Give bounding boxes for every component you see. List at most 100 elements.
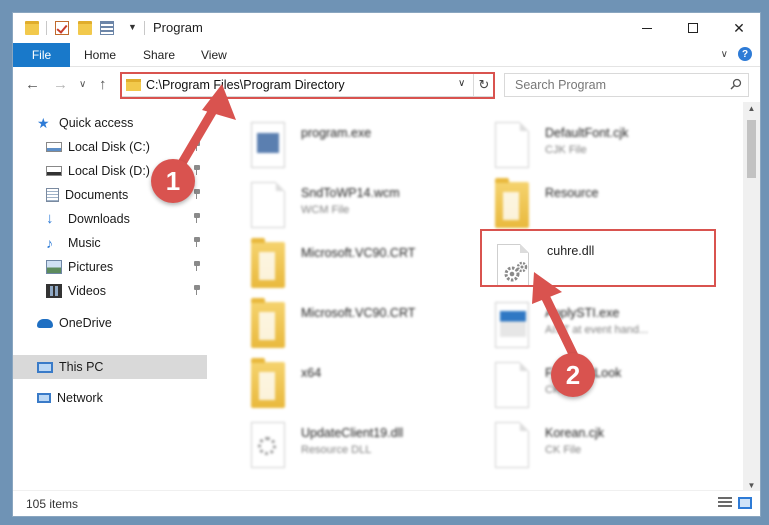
file-type: AIST at event hand... (545, 324, 649, 336)
pin-icon[interactable] (193, 261, 201, 271)
tab-view[interactable]: View (201, 43, 227, 67)
search-placeholder: Search Program (515, 78, 607, 92)
step-1-badge: 1 (151, 159, 195, 203)
app-icon (495, 302, 529, 348)
computer-icon (37, 361, 53, 373)
sidebar-item-label: Local Disk (C:) (68, 140, 150, 154)
sidebar-item-onedrive[interactable]: OneDrive (37, 312, 207, 334)
pin-icon[interactable] (193, 189, 201, 199)
file-item[interactable]: Microsoft.VC90.CRT (251, 298, 491, 354)
sidebar-item-network[interactable]: Network (37, 387, 207, 409)
file-item[interactable]: Resource (495, 178, 735, 234)
file-type: CK File (545, 444, 582, 456)
sidebar-item-music[interactable]: ♪ Music (46, 232, 207, 254)
pin-icon[interactable] (193, 213, 201, 223)
exe-icon (251, 122, 285, 168)
folder-icon (126, 79, 141, 91)
tab-file[interactable]: File (13, 43, 70, 67)
file-name: cuhre.dll (547, 244, 595, 258)
sidebar-item-label: Music (68, 236, 101, 250)
address-bar[interactable]: C:\Program Files\Program Directory ∨ ↻ (120, 73, 494, 97)
file-item[interactable]: DefaultFont.cjk CJK File (495, 118, 735, 174)
sidebar-item-videos[interactable]: Videos (46, 280, 207, 302)
star-icon: ★ (37, 115, 50, 131)
close-button[interactable]: ✕ (716, 13, 760, 43)
large-icons-view-icon[interactable] (738, 497, 752, 509)
sidebar-item-label: Videos (68, 284, 106, 298)
file-item-cuhre-dll[interactable]: cuhre.dll (497, 240, 737, 296)
drive-icon (46, 166, 62, 176)
pin-icon[interactable] (193, 285, 201, 295)
chevron-down-icon[interactable]: ∨ (458, 78, 465, 89)
document-icon (495, 362, 529, 408)
pin-icon[interactable] (193, 141, 201, 151)
file-item[interactable]: Korean.cjk CK File (495, 418, 735, 474)
minimize-button[interactable] (624, 13, 670, 43)
status-bar: 105 items (13, 490, 760, 516)
videos-icon (46, 284, 62, 298)
details-view-icon[interactable] (718, 497, 732, 509)
scroll-down-icon[interactable]: ▼ (743, 481, 760, 490)
scroll-up-icon[interactable]: ▲ (743, 104, 760, 113)
dll-file-icon (497, 244, 529, 286)
file-name: SndToWP14.wcm (301, 186, 400, 200)
toolbar-separator (46, 21, 47, 35)
maximize-button[interactable] (670, 13, 716, 43)
pin-icon[interactable] (193, 165, 201, 175)
folder-icon (251, 358, 285, 408)
file-item[interactable]: ApplySTI.exe AIST at event hand... (495, 298, 735, 354)
sidebar-item-label: Documents (65, 188, 129, 202)
title-bar: ▼ Program ✕ (13, 13, 760, 43)
file-item[interactable]: program.exe (251, 118, 491, 174)
file-item[interactable]: SndToWP14.wcm WCM File (251, 178, 491, 234)
up-button[interactable]: ↑ (99, 76, 107, 93)
file-name: Korean.cjk (545, 426, 605, 440)
documents-icon (46, 188, 59, 202)
sidebar-item-label: Local Disk (D:) (68, 164, 150, 178)
file-item[interactable]: Microsoft.VC90.CRT (251, 238, 491, 294)
address-row: ← → ∨ ↑ C:\Program Files\Program Directo… (13, 68, 760, 102)
tab-share[interactable]: Share (143, 43, 175, 67)
quick-access-dropdown-icon[interactable]: ▼ (128, 22, 137, 32)
file-type: WCM File (301, 204, 350, 216)
quick-access-customize-icon[interactable] (100, 21, 114, 35)
address-path[interactable]: C:\Program Files\Program Directory (146, 78, 345, 92)
sidebar-item-label: OneDrive (59, 316, 112, 330)
title-separator (144, 21, 145, 35)
help-icon[interactable]: ? (738, 47, 752, 61)
forward-button[interactable]: → (53, 76, 68, 93)
properties-check-icon[interactable] (55, 21, 69, 35)
music-icon: ♪ (46, 235, 53, 251)
sidebar-item-label: Network (57, 391, 103, 405)
document-icon (495, 422, 529, 468)
search-icon[interactable] (730, 78, 742, 90)
recent-locations-button[interactable]: ∨ (79, 79, 86, 90)
back-button[interactable]: ← (25, 76, 40, 93)
explorer-window: ▼ Program ✕ File Home Share View ∨ ? ← →… (12, 12, 761, 517)
refresh-button[interactable]: ↻ (473, 74, 494, 96)
expand-ribbon-icon[interactable]: ∨ (721, 49, 728, 60)
search-input[interactable]: Search Program (504, 73, 749, 97)
drive-icon (46, 142, 62, 152)
document-icon (495, 122, 529, 168)
sidebar-item-label: Pictures (68, 260, 114, 274)
file-item[interactable]: UpdateClient19.dll Resource DLL (251, 418, 491, 474)
sidebar-item-quick-access[interactable]: ★ Quick access (37, 112, 207, 134)
network-icon (37, 393, 51, 403)
sidebar-item-local-disk-c[interactable]: Local Disk (C:) (46, 136, 207, 158)
sidebar-item-downloads[interactable]: ↓ Downloads (46, 208, 207, 230)
vertical-scrollbar[interactable]: ▲ ▼ (743, 102, 760, 492)
sidebar-item-pictures[interactable]: Pictures (46, 256, 207, 278)
file-item[interactable]: x64 (251, 358, 491, 414)
pin-icon[interactable] (193, 237, 201, 247)
folder-icon (495, 178, 529, 228)
new-folder-icon[interactable] (78, 21, 92, 35)
sidebar-item-this-pc[interactable]: This PC (13, 355, 207, 379)
file-name: program.exe (301, 126, 372, 140)
tab-home[interactable]: Home (84, 43, 116, 67)
step-2-badge: 2 (551, 353, 595, 397)
scroll-thumb[interactable] (747, 120, 756, 178)
sidebar-item-label: Quick access (59, 116, 134, 130)
maximize-icon (688, 23, 698, 33)
file-item[interactable]: FastFontLook CK File (495, 358, 735, 414)
